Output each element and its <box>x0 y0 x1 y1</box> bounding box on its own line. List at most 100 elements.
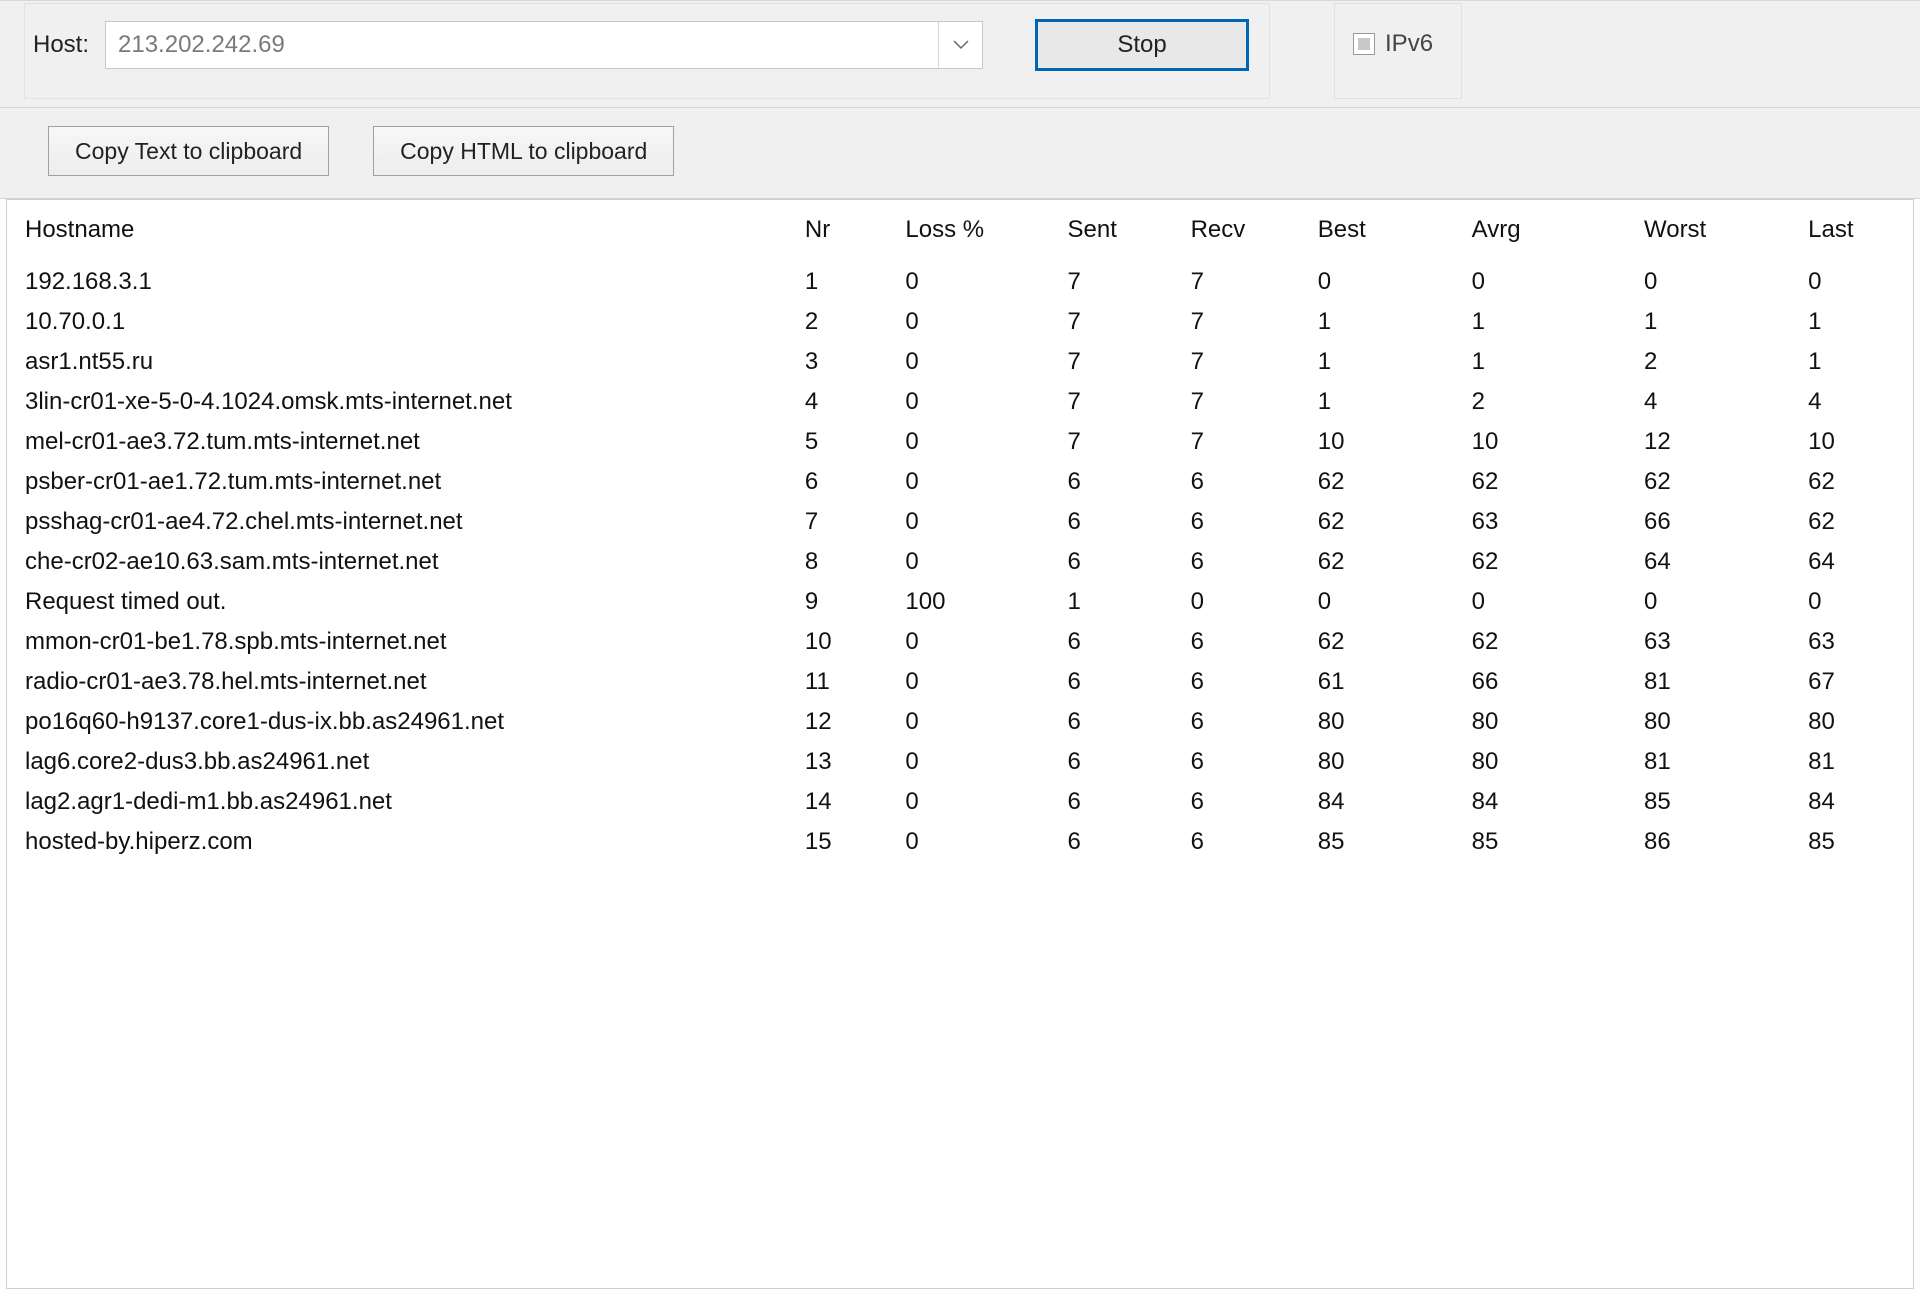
cell-best: 0 <box>1310 262 1464 302</box>
cell-nr: 4 <box>797 382 898 422</box>
cell-hostname: lag2.agr1-dedi-m1.bb.as24961.net <box>7 782 797 822</box>
col-avrg[interactable]: Avrg <box>1464 200 1636 262</box>
cell-hostname: mmon-cr01-be1.78.spb.mts-internet.net <box>7 622 797 662</box>
cell-loss: 0 <box>897 422 1059 462</box>
cell-sent: 7 <box>1060 422 1183 462</box>
col-loss[interactable]: Loss % <box>897 200 1059 262</box>
cell-last: 10 <box>1800 422 1913 462</box>
table-row[interactable]: Request timed out.9100100000 <box>7 582 1913 622</box>
checkbox-gray-icon <box>1358 38 1370 50</box>
ipv6-label: IPv6 <box>1385 30 1433 58</box>
results-table-container: Hostname Nr Loss % Sent Recv Best Avrg W… <box>6 199 1914 1289</box>
cell-avrg: 1 <box>1464 302 1636 342</box>
cell-sent: 6 <box>1060 702 1183 742</box>
cell-last: 64 <box>1800 542 1913 582</box>
col-sent[interactable]: Sent <box>1060 200 1183 262</box>
table-row[interactable]: radio-cr01-ae3.78.hel.mts-internet.net11… <box>7 662 1913 702</box>
cell-best: 61 <box>1310 662 1464 702</box>
cell-loss: 0 <box>897 262 1059 302</box>
cell-last: 63 <box>1800 622 1913 662</box>
cell-worst: 2 <box>1636 342 1800 382</box>
cell-loss: 0 <box>897 782 1059 822</box>
table-row[interactable]: asr1.nt55.ru30771121 <box>7 342 1913 382</box>
stop-button[interactable]: Stop <box>1035 19 1249 71</box>
table-row[interactable]: po16q60-h9137.core1-dus-ix.bb.as24961.ne… <box>7 702 1913 742</box>
cell-best: 84 <box>1310 782 1464 822</box>
cell-avrg: 2 <box>1464 382 1636 422</box>
host-combobox[interactable]: 213.202.242.69 <box>105 21 983 69</box>
cell-avrg: 62 <box>1464 542 1636 582</box>
cell-loss: 0 <box>897 342 1059 382</box>
cell-nr: 8 <box>797 542 898 582</box>
ipv6-checkbox[interactable] <box>1353 33 1375 55</box>
cell-loss: 0 <box>897 622 1059 662</box>
cell-best: 62 <box>1310 502 1464 542</box>
cell-avrg: 62 <box>1464 622 1636 662</box>
table-row[interactable]: hosted-by.hiperz.com1506685858685 <box>7 822 1913 862</box>
cell-worst: 81 <box>1636 662 1800 702</box>
cell-nr: 1 <box>797 262 898 302</box>
cell-recv: 6 <box>1183 662 1310 702</box>
cell-worst: 1 <box>1636 302 1800 342</box>
cell-hostname: psber-cr01-ae1.72.tum.mts-internet.net <box>7 462 797 502</box>
table-row[interactable]: mmon-cr01-be1.78.spb.mts-internet.net100… <box>7 622 1913 662</box>
cell-recv: 7 <box>1183 342 1310 382</box>
table-row[interactable]: psber-cr01-ae1.72.tum.mts-internet.net60… <box>7 462 1913 502</box>
cell-best: 80 <box>1310 702 1464 742</box>
table-row[interactable]: mel-cr01-ae3.72.tum.mts-internet.net5077… <box>7 422 1913 462</box>
cell-nr: 10 <box>797 622 898 662</box>
cell-avrg: 0 <box>1464 582 1636 622</box>
cell-sent: 6 <box>1060 662 1183 702</box>
cell-last: 81 <box>1800 742 1913 782</box>
cell-recv: 7 <box>1183 382 1310 422</box>
cell-hostname: asr1.nt55.ru <box>7 342 797 382</box>
cell-nr: 14 <box>797 782 898 822</box>
chevron-down-icon[interactable] <box>938 22 982 68</box>
cell-sent: 6 <box>1060 742 1183 782</box>
cell-sent: 6 <box>1060 502 1183 542</box>
table-row[interactable]: 192.168.3.110770000 <box>7 262 1913 302</box>
table-row[interactable]: 10.70.0.120771111 <box>7 302 1913 342</box>
cell-recv: 6 <box>1183 542 1310 582</box>
col-recv[interactable]: Recv <box>1183 200 1310 262</box>
cell-last: 0 <box>1800 262 1913 302</box>
cell-recv: 7 <box>1183 262 1310 302</box>
cell-best: 1 <box>1310 382 1464 422</box>
cell-loss: 0 <box>897 382 1059 422</box>
cell-recv: 6 <box>1183 742 1310 782</box>
cell-loss: 0 <box>897 302 1059 342</box>
cell-worst: 4 <box>1636 382 1800 422</box>
cell-last: 0 <box>1800 582 1913 622</box>
col-nr[interactable]: Nr <box>797 200 898 262</box>
cell-last: 1 <box>1800 302 1913 342</box>
cell-sent: 7 <box>1060 302 1183 342</box>
cell-nr: 6 <box>797 462 898 502</box>
cell-avrg: 10 <box>1464 422 1636 462</box>
cell-hostname: che-cr02-ae10.63.sam.mts-internet.net <box>7 542 797 582</box>
col-worst[interactable]: Worst <box>1636 200 1800 262</box>
col-hostname[interactable]: Hostname <box>7 200 797 262</box>
table-header-row: Hostname Nr Loss % Sent Recv Best Avrg W… <box>7 200 1913 262</box>
cell-worst: 0 <box>1636 582 1800 622</box>
cell-hostname: 3lin-cr01-xe-5-0-4.1024.omsk.mts-interne… <box>7 382 797 422</box>
table-row[interactable]: che-cr02-ae10.63.sam.mts-internet.net806… <box>7 542 1913 582</box>
cell-nr: 3 <box>797 342 898 382</box>
cell-recv: 7 <box>1183 422 1310 462</box>
table-row[interactable]: psshag-cr01-ae4.72.chel.mts-internet.net… <box>7 502 1913 542</box>
copy-html-button[interactable]: Copy HTML to clipboard <box>373 126 674 176</box>
col-last[interactable]: Last <box>1800 200 1913 262</box>
cell-recv: 6 <box>1183 702 1310 742</box>
cell-sent: 7 <box>1060 382 1183 422</box>
table-row[interactable]: lag6.core2-dus3.bb.as24961.net1306680808… <box>7 742 1913 782</box>
cell-loss: 0 <box>897 462 1059 502</box>
cell-loss: 0 <box>897 742 1059 782</box>
traceroute-table: Hostname Nr Loss % Sent Recv Best Avrg W… <box>7 200 1913 862</box>
table-row[interactable]: lag2.agr1-dedi-m1.bb.as24961.net14066848… <box>7 782 1913 822</box>
cell-best: 1 <box>1310 302 1464 342</box>
col-best[interactable]: Best <box>1310 200 1464 262</box>
table-row[interactable]: 3lin-cr01-xe-5-0-4.1024.omsk.mts-interne… <box>7 382 1913 422</box>
cell-worst: 0 <box>1636 262 1800 302</box>
copy-text-button[interactable]: Copy Text to clipboard <box>48 126 329 176</box>
cell-nr: 5 <box>797 422 898 462</box>
cell-worst: 80 <box>1636 702 1800 742</box>
